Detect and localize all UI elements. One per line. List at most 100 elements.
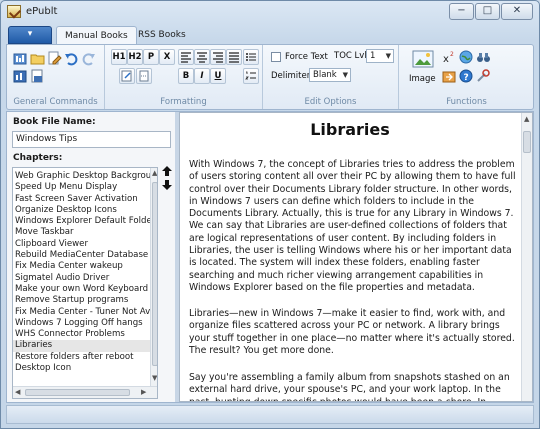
import-icon[interactable] bbox=[442, 69, 457, 84]
chapter-heading: Libraries bbox=[310, 120, 390, 139]
move-down-icon[interactable] bbox=[161, 179, 173, 191]
main-area: Book File Name: Windows Tips Chapters: W… bbox=[6, 111, 534, 403]
web-globe-icon[interactable] bbox=[459, 50, 474, 65]
move-up-icon[interactable] bbox=[161, 165, 173, 177]
align-center-icon[interactable] bbox=[194, 49, 210, 65]
bullet-list-icon[interactable] bbox=[243, 49, 259, 65]
book-panel: Book File Name: Windows Tips Chapters: W… bbox=[7, 112, 175, 402]
status-bar bbox=[6, 405, 534, 424]
scroll-thumb[interactable] bbox=[152, 182, 157, 366]
window-title: ePublt bbox=[26, 6, 58, 17]
find-binoculars-icon[interactable] bbox=[476, 50, 491, 65]
justify-icon[interactable] bbox=[226, 49, 242, 65]
chapter-list-item[interactable]: Restore folders after reboot bbox=[13, 352, 157, 363]
delimiter-label: Delimiter bbox=[271, 71, 311, 81]
editor-paragraph: Libraries—new in Windows 7—make it easie… bbox=[189, 308, 515, 356]
app-window: ePublt − □ ✕ ▾ Manual Books RSS Books Ge… bbox=[0, 0, 540, 429]
align-right-icon[interactable] bbox=[210, 49, 226, 65]
open-folder-icon[interactable] bbox=[30, 51, 45, 66]
save-book-icon[interactable] bbox=[30, 69, 45, 84]
chapter-list-item[interactable]: Move Taskbar bbox=[13, 227, 157, 238]
chevron-down-icon: ▼ bbox=[385, 52, 391, 60]
chapter-list-item[interactable]: Rebuild MediaCenter Database bbox=[13, 250, 157, 261]
chapter-list-item[interactable]: WHS Connector Problems bbox=[13, 329, 157, 340]
chapter-list-item[interactable]: Fast Screen Saver Activation bbox=[13, 194, 157, 205]
bold-button[interactable]: B bbox=[178, 68, 194, 84]
chapter-list-item[interactable]: Fix Media Center - Tuner Not Av bbox=[13, 307, 157, 318]
tab-manual-books[interactable]: Manual Books bbox=[56, 26, 137, 45]
underline-button[interactable]: U bbox=[210, 68, 226, 84]
application-menu-button[interactable]: ▾ bbox=[8, 26, 52, 44]
superscript-icon[interactable]: x2 bbox=[442, 50, 457, 65]
scroll-up-icon[interactable]: ▲ bbox=[152, 169, 157, 177]
title-bar: ePublt − □ ✕ bbox=[1, 1, 539, 23]
clear-format-button[interactable]: X bbox=[159, 49, 175, 65]
chapter-list-item[interactable]: Organize Desktop Icons bbox=[13, 205, 157, 216]
ribbon: General Commands H1 H2 P X B I U Formatt… bbox=[6, 44, 534, 110]
heading2-button[interactable]: H2 bbox=[127, 49, 143, 65]
tab-rss-books[interactable]: RSS Books bbox=[130, 26, 194, 45]
paragraph-button[interactable]: P bbox=[143, 49, 159, 65]
chapter-list-item[interactable]: Libraries bbox=[13, 340, 157, 352]
help-icon[interactable]: ? bbox=[459, 69, 474, 84]
general-commands-group: General Commands bbox=[7, 45, 105, 109]
numbered-list-icon[interactable] bbox=[243, 68, 259, 84]
scroll-right-icon[interactable]: ▶ bbox=[141, 388, 146, 396]
editor-vertical-scrollbar[interactable]: ▲ bbox=[521, 113, 532, 401]
force-text-checkbox[interactable] bbox=[271, 52, 281, 62]
edit-page-icon[interactable] bbox=[47, 51, 62, 66]
functions-label: Functions bbox=[446, 97, 487, 107]
edit-options-group: Force Text TOC Lvl 1 ▼ Delimiter Blank ▼… bbox=[263, 45, 399, 109]
chapter-list-item[interactable]: Remove Startup programs bbox=[13, 295, 157, 306]
scroll-down-icon[interactable]: ▼ bbox=[152, 374, 157, 382]
chapter-list-item[interactable]: Make your own Word Keyboard bbox=[13, 284, 157, 295]
chapter-list-item[interactable]: Fix Media Center wakeup bbox=[13, 261, 157, 272]
heading1-button[interactable]: H1 bbox=[111, 49, 127, 65]
chapters-horizontal-scrollbar[interactable]: ◀ ▶ bbox=[13, 386, 157, 398]
formatting-label: Formatting bbox=[160, 97, 207, 107]
chapters-vertical-scrollbar[interactable]: ▲ ▼ bbox=[150, 168, 157, 386]
functions-group: Image x2 ? Functions bbox=[399, 45, 534, 109]
chapter-list-item[interactable]: Web Graphic Desktop Backgrou bbox=[13, 171, 157, 182]
book-stats-icon[interactable] bbox=[13, 69, 28, 84]
editor-paragraph: Say you're assembling a family album fro… bbox=[189, 372, 510, 401]
app-logo-icon[interactable] bbox=[7, 5, 21, 18]
insert-link-icon[interactable] bbox=[119, 68, 135, 84]
formatting-group: H1 H2 P X B I U Formatting bbox=[105, 45, 263, 109]
image-label[interactable]: Image bbox=[409, 74, 436, 84]
force-text-label: Force Text bbox=[285, 52, 328, 62]
ribbon-tab-row: ▾ Manual Books RSS Books bbox=[6, 25, 534, 45]
scroll-thumb[interactable] bbox=[523, 131, 531, 153]
svg-text:?: ? bbox=[464, 73, 469, 83]
scroll-up-icon[interactable]: ▲ bbox=[524, 115, 529, 123]
chapter-list-item[interactable]: Speed Up Menu Display bbox=[13, 182, 157, 193]
chapter-editor[interactable]: Libraries With Windows 7, the concept of… bbox=[179, 112, 533, 402]
redo-icon[interactable] bbox=[81, 51, 96, 66]
maximize-button[interactable]: □ bbox=[475, 3, 500, 20]
minimize-button[interactable]: − bbox=[449, 3, 474, 20]
align-left-icon[interactable] bbox=[178, 49, 194, 65]
settings-tools-icon[interactable] bbox=[476, 69, 491, 84]
toc-level-select[interactable]: 1 ▼ bbox=[366, 49, 394, 63]
close-button[interactable]: ✕ bbox=[501, 3, 533, 20]
chapters-list[interactable]: Web Graphic Desktop Backgrou Speed Up Men… bbox=[12, 167, 158, 399]
delimiter-select[interactable]: Blank ▼ bbox=[309, 68, 351, 82]
chapter-list-item[interactable]: Windows Explorer Default Folde bbox=[13, 216, 157, 227]
book-file-name-input[interactable]: Windows Tips bbox=[12, 131, 171, 148]
chapter-list-item[interactable]: Desktop Icon bbox=[13, 363, 157, 374]
undo-icon[interactable] bbox=[64, 51, 79, 66]
svg-text:x: x bbox=[443, 54, 449, 65]
delimiter-value: Blank bbox=[313, 70, 337, 80]
general-commands-label: General Commands bbox=[13, 97, 98, 107]
image-icon[interactable] bbox=[411, 49, 435, 71]
page-break-icon[interactable] bbox=[136, 68, 152, 84]
svg-text:2: 2 bbox=[450, 51, 454, 58]
scroll-left-icon[interactable]: ◀ bbox=[15, 388, 20, 396]
italic-button[interactable]: I bbox=[194, 68, 210, 84]
new-book-icon[interactable] bbox=[13, 51, 28, 66]
scroll-thumb[interactable] bbox=[25, 389, 130, 396]
chevron-down-icon: ▼ bbox=[342, 71, 348, 79]
chapter-list-item[interactable]: Windows 7 Logging Off hangs bbox=[13, 318, 157, 329]
chapter-list-item[interactable]: Clipboard Viewer bbox=[13, 239, 157, 250]
chapter-list-item[interactable]: Sigmatel Audio Driver bbox=[13, 273, 157, 284]
